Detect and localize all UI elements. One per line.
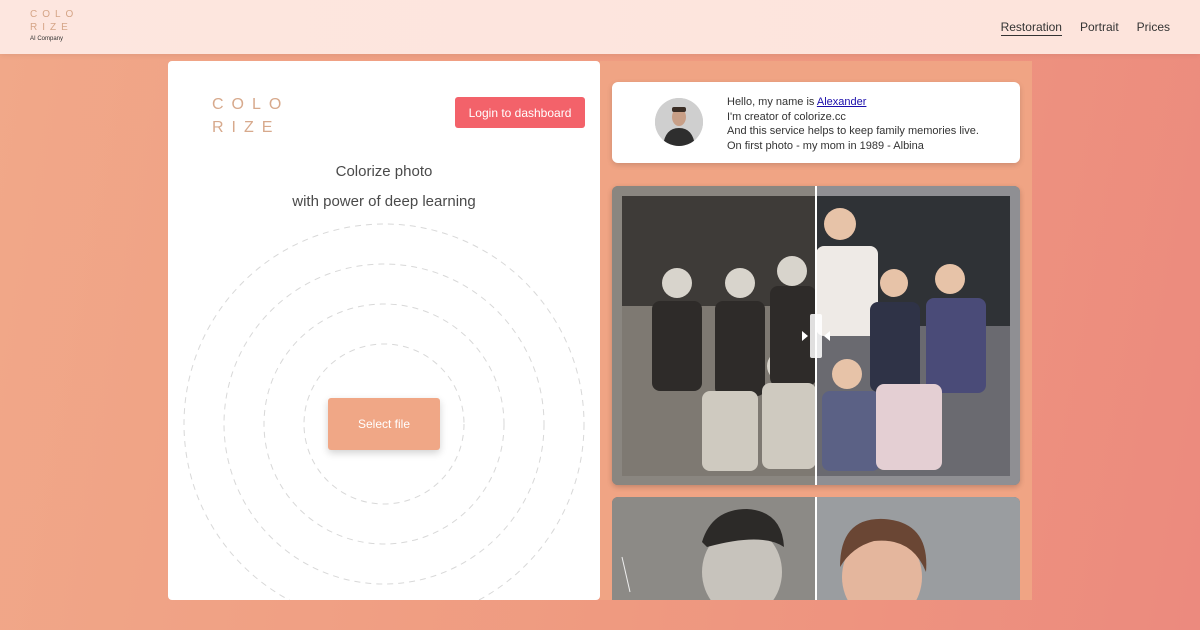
nav-prices[interactable]: Prices [1137, 20, 1170, 36]
author-intro-card: Hello, my name is Alexander I'm creator … [612, 82, 1020, 163]
tagline-title: Colorize photo [335, 163, 433, 180]
card-logo-line-1: COLO [212, 96, 290, 113]
intro-line-1: Hello, my name is Alexander [727, 95, 979, 110]
top-header: COLO RIZE AI Company Restoration Portrai… [0, 0, 1200, 54]
intro-line-3: And this service helps to keep family me… [727, 125, 979, 137]
intro-text: Hello, my name is Alexander I'm creator … [727, 95, 979, 153]
intro-line-2: I'm creator of colorize.cc [727, 110, 846, 123]
concentric-rings-decoration [183, 223, 585, 600]
brand-line-2: RIZE [30, 22, 73, 33]
showcase-column: Hello, my name is Alexander I'm creator … [600, 61, 1032, 600]
double-chevron-slider-icon[interactable] [810, 314, 822, 358]
main-nav: Restoration Portrait Prices [1000, 20, 1170, 36]
card-logo-line-2: RIZE [212, 119, 281, 136]
upload-card: COLO RIZE Login to dashboard Colorize ph… [168, 61, 600, 600]
card-logo: COLO RIZE [212, 93, 289, 139]
intro-greeting: Hello, my name is [727, 96, 817, 108]
person-avatar-icon [655, 98, 703, 146]
brand-subtitle: AI Company [30, 36, 64, 42]
nav-restoration[interactable]: Restoration [1000, 20, 1062, 36]
brand-line-1: COLO [30, 9, 79, 20]
author-name-link[interactable]: Alexander [817, 96, 867, 108]
avatar [655, 98, 703, 146]
login-dashboard-button[interactable]: Login to dashboard [455, 97, 585, 128]
portrait-photo-image [612, 497, 1020, 600]
nav-portrait[interactable]: Portrait [1080, 20, 1119, 36]
select-file-button[interactable]: Select file [328, 398, 440, 450]
intro-line-4: On first photo - my mom in 1989 - Albina [727, 139, 924, 152]
before-after-photo-2[interactable] [612, 497, 1020, 600]
before-after-photo-1[interactable] [612, 186, 1020, 485]
tagline-subtitle: with power of deep learning [292, 193, 476, 210]
brand-logo[interactable]: COLO RIZE AI Company [30, 8, 78, 42]
